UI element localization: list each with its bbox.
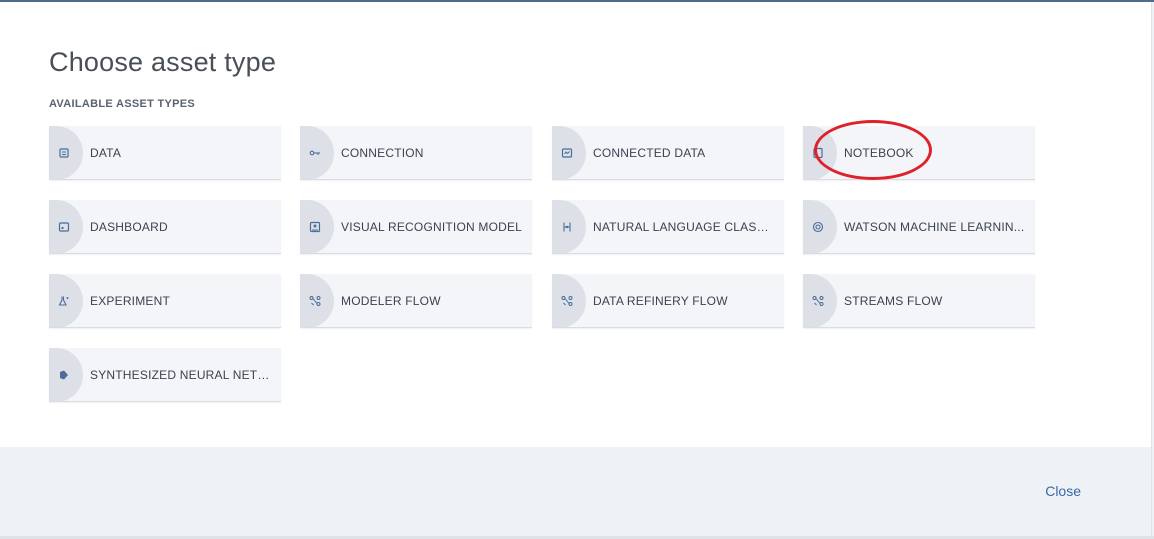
experiment-icon — [58, 295, 70, 307]
modeler-flow-icon — [309, 295, 321, 307]
dialog-title: Choose asset type — [49, 47, 277, 77]
tile-label: EXPERIMENT — [90, 294, 171, 308]
tile-data[interactable]: DATA — [49, 126, 281, 180]
tile-label: DATA REFINERY FLOW — [593, 294, 728, 308]
tile-label: CONNECTED DATA — [593, 146, 706, 160]
tile-label: STREAMS FLOW — [844, 294, 943, 308]
tile-label: SYNTHESIZED NEURAL NETW... — [90, 368, 273, 382]
tile-natural-language-classifier[interactable]: NATURAL LANGUAGE CLASSIF... — [552, 200, 784, 254]
machine-learning-icon — [812, 221, 824, 233]
tile-connection[interactable]: CONNECTION — [300, 126, 532, 180]
dashboard-icon — [58, 221, 70, 233]
tile-dashboard[interactable]: DASHBOARD — [49, 200, 281, 254]
tile-label: VISUAL RECOGNITION MODEL — [341, 220, 523, 234]
data-refinery-flow-icon — [561, 295, 573, 307]
natural-language-icon — [561, 221, 573, 233]
connected-data-icon — [561, 147, 573, 159]
neural-network-icon — [58, 369, 70, 381]
tile-label: DASHBOARD — [90, 220, 168, 234]
tile-data-refinery-flow[interactable]: DATA REFINERY FLOW — [552, 274, 784, 328]
choose-asset-dialog: Choose asset type AVAILABLE ASSET TYPES … — [0, 2, 1151, 539]
tile-label: CONNECTION — [341, 146, 424, 160]
tile-synthesized-neural-network[interactable]: SYNTHESIZED NEURAL NETW... — [49, 348, 281, 402]
connection-icon — [309, 147, 321, 159]
close-button[interactable]: Close — [1045, 483, 1081, 499]
notebook-icon — [812, 147, 824, 159]
tile-watson-machine-learning[interactable]: WATSON MACHINE LEARNIN... — [803, 200, 1035, 254]
tile-experiment[interactable]: EXPERIMENT — [49, 274, 281, 328]
tile-notebook[interactable]: NOTEBOOK — [803, 126, 1035, 180]
tile-visual-recognition-model[interactable]: VISUAL RECOGNITION MODEL — [300, 200, 532, 254]
dialog-footer: Close — [0, 447, 1151, 539]
tile-label: MODELER FLOW — [341, 294, 441, 308]
visual-recognition-icon — [309, 221, 321, 233]
tile-label: NATURAL LANGUAGE CLASSIF... — [593, 220, 776, 234]
tile-label: NOTEBOOK — [844, 146, 914, 160]
tile-label: DATA — [90, 146, 122, 160]
streams-flow-icon — [812, 295, 824, 307]
tile-streams-flow[interactable]: STREAMS FLOW — [803, 274, 1035, 328]
tile-label: WATSON MACHINE LEARNIN... — [844, 220, 1025, 234]
tile-connected-data[interactable]: CONNECTED DATA — [552, 126, 784, 180]
data-icon — [58, 147, 70, 159]
tile-modeler-flow[interactable]: MODELER FLOW — [300, 274, 532, 328]
section-heading: AVAILABLE ASSET TYPES — [49, 98, 196, 110]
